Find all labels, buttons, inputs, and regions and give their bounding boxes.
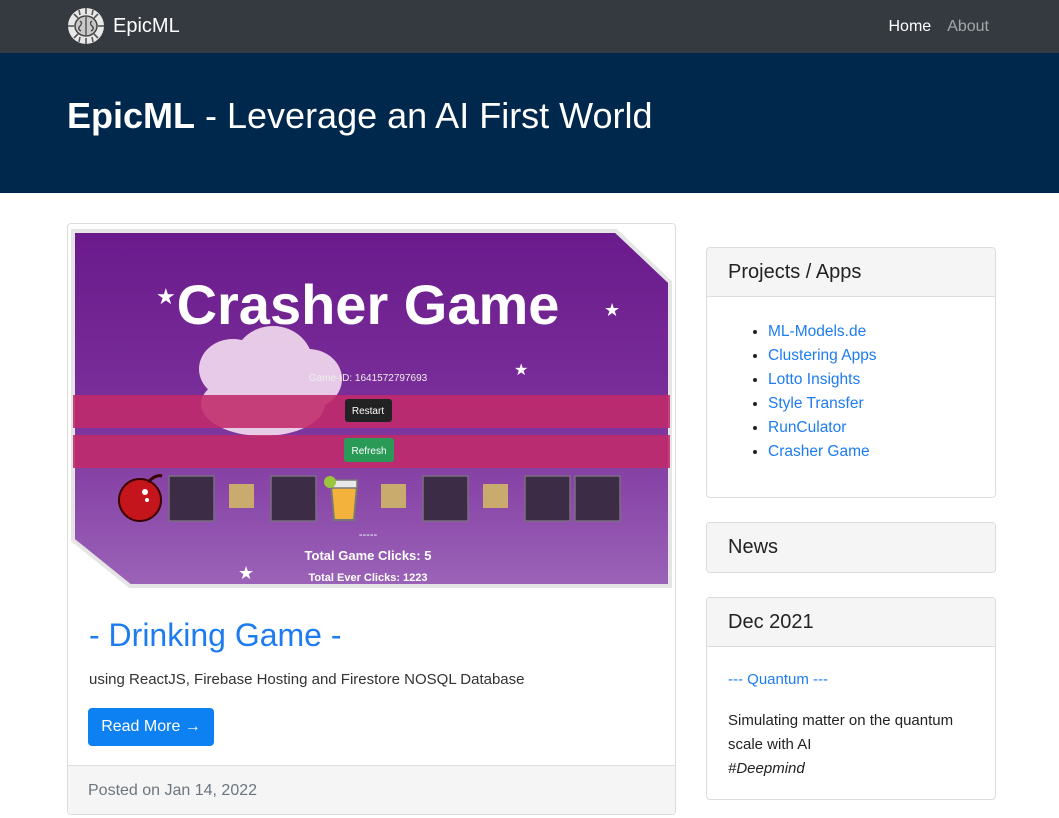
projects-card: Projects / Apps ML-Models.de Clustering …	[706, 247, 996, 498]
restart-label: Restart	[352, 406, 384, 417]
news-header: News	[707, 523, 995, 572]
total-ever-clicks: Total Ever Clicks: 1223	[308, 572, 427, 584]
project-link-clustering-apps[interactable]: Clustering Apps	[768, 347, 877, 364]
quantum-news-text: Simulating matter on the quantum scale w…	[728, 709, 968, 781]
gold-tile[interactable]	[229, 484, 254, 508]
navbar: EpicML Home About	[0, 0, 1059, 53]
dec-2021-header: Dec 2021	[707, 598, 995, 647]
post-card: Crasher Game ★ ★ ★ ★ Game-ID: 1641572797…	[67, 223, 676, 815]
gold-tile[interactable]	[483, 484, 508, 508]
crasher-game-screenshot[interactable]: Crasher Game ★ ★ ★ ★ Game-ID: 1641572797…	[68, 224, 675, 593]
list-item: Style Transfer	[768, 392, 995, 416]
project-link-lotto-insights[interactable]: Lotto Insights	[768, 371, 860, 388]
nav-links: Home About	[889, 0, 990, 53]
nav-about-link[interactable]: About	[947, 18, 989, 36]
post-date: Posted on Jan 14, 2022	[88, 782, 258, 799]
post-title-link[interactable]: - Drinking Game -	[89, 617, 342, 654]
star-icon: ★	[604, 300, 620, 320]
nav-home-link[interactable]: Home	[889, 18, 932, 36]
list-item: Clustering Apps	[768, 344, 995, 368]
project-link-style-transfer[interactable]: Style Transfer	[768, 395, 864, 412]
project-link-runculator[interactable]: RunCulator	[768, 419, 846, 436]
read-more-button[interactable]: Read More →	[88, 708, 214, 746]
brain-chip-logo-icon	[68, 8, 104, 44]
game-heading: Crasher Game	[177, 273, 560, 336]
news-card: News	[706, 522, 996, 573]
brand-link[interactable]: EpicML	[67, 6, 180, 46]
hero-banner: EpicML - Leverage an AI First World	[0, 53, 1059, 193]
star-icon: ★	[238, 563, 254, 583]
post-description: using ReactJS, Firebase Hosting and Fire…	[89, 671, 525, 688]
quantum-news-link[interactable]: --- Quantum ---	[728, 671, 828, 688]
total-game-clicks: Total Game Clicks: 5	[305, 548, 432, 563]
refresh-label: Refresh	[351, 446, 386, 457]
dec-2021-card: Dec 2021 --- Quantum --- Simulating matt…	[706, 597, 996, 800]
list-item: ML-Models.de	[768, 320, 995, 344]
hero-title-bold: EpicML	[67, 95, 196, 136]
dashes-text: -----	[359, 529, 378, 541]
game-id-text: Game-ID: 1641572797693	[309, 373, 428, 384]
star-icon: ★	[156, 284, 176, 309]
quantum-news-body: Simulating matter on the quantum scale w…	[728, 712, 954, 753]
dark-tile[interactable]	[168, 475, 215, 522]
hero-title: EpicML - Leverage an AI First World	[67, 95, 653, 137]
dark-tile[interactable]	[270, 475, 317, 522]
star-icon: ★	[514, 362, 528, 379]
dark-tile[interactable]	[524, 475, 571, 522]
projects-list: ML-Models.de Clustering Apps Lotto Insig…	[707, 297, 995, 464]
projects-header: Projects / Apps	[707, 248, 995, 297]
dark-tile[interactable]	[422, 475, 469, 522]
post-footer: Posted on Jan 14, 2022	[68, 765, 675, 814]
project-link-crasher-game[interactable]: Crasher Game	[768, 443, 870, 460]
gold-tile[interactable]	[381, 484, 406, 508]
brand-name: EpicML	[113, 14, 180, 37]
list-item: Crasher Game	[768, 440, 995, 464]
list-item: RunCulator	[768, 416, 995, 440]
project-link-ml-models[interactable]: ML-Models.de	[768, 323, 866, 340]
list-item: Lotto Insights	[768, 368, 995, 392]
dark-tile[interactable]	[574, 475, 621, 522]
hero-title-rest: - Leverage an AI First World	[195, 95, 653, 136]
quantum-news-tag: #Deepmind	[728, 760, 805, 777]
